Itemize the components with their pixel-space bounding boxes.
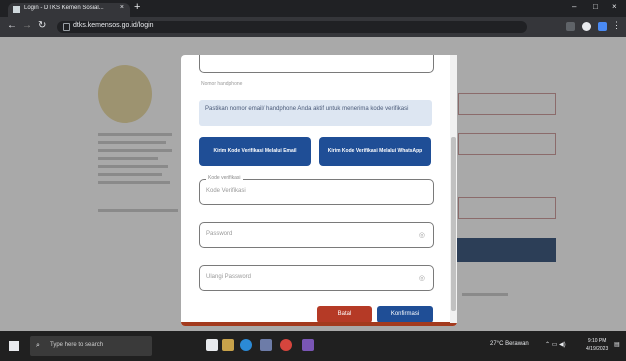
taskbar: ⌕ Type here to search 27°C Berawan ⌃ ▭ ◀… [0, 331, 626, 361]
reload-icon[interactable]: ↻ [38, 20, 46, 31]
search-icon: ⌕ [36, 342, 40, 349]
password-field[interactable]: Password ◎ [199, 222, 434, 248]
new-tab-button[interactable]: + [134, 1, 140, 13]
file-explorer-icon[interactable] [222, 339, 234, 351]
edge-icon[interactable] [240, 339, 252, 351]
bg-login-button [452, 238, 556, 262]
verification-code-field[interactable]: Kode verifikasi Kode Verifikasi [199, 175, 434, 205]
taskbar-search[interactable]: ⌕ Type here to search [30, 336, 152, 356]
phone-field-hint: Nomor handphone [201, 81, 243, 87]
browser-titlebar: Login - DTKS Kemen Sosial... × + – □ × [0, 0, 626, 17]
chrome-icon[interactable] [280, 339, 292, 351]
weather-widget[interactable]: 27°C Berawan [490, 341, 529, 347]
phone-field[interactable] [199, 55, 434, 73]
bg-text-line [98, 181, 170, 184]
page-viewport: Nomor handphone Pastikan nomor email/ ha… [0, 37, 626, 331]
bg-text-line [98, 157, 158, 160]
bg-text-line [98, 141, 166, 144]
cancel-button[interactable]: Batal [317, 306, 372, 323]
confirm-button[interactable]: Konfirmasi [377, 306, 433, 323]
modal-scrollbar-thumb[interactable] [451, 137, 456, 311]
bg-text-line [98, 173, 162, 176]
bg-text-line [98, 149, 172, 152]
close-window-button[interactable]: × [612, 2, 617, 11]
verification-modal: Nomor handphone Pastikan nomor email/ ha… [181, 55, 457, 326]
address-bar[interactable]: dtks.kemensos.go.id/login [57, 21, 527, 33]
bg-text-line [462, 293, 508, 296]
garuda-logo [98, 65, 152, 123]
back-icon[interactable]: ← [7, 20, 17, 31]
tray-icons[interactable]: ⌃ ▭ ◀) [545, 341, 566, 348]
taskbar-search-placeholder: Type here to search [50, 342, 104, 348]
profile-avatar-icon[interactable] [598, 22, 607, 31]
confirm-password-field[interactable]: Ulangi Password ◎ [199, 265, 434, 291]
show-confirm-password-icon[interactable]: ◎ [419, 274, 425, 282]
browser-tab[interactable]: Login - DTKS Kemen Sosial... × [8, 3, 130, 17]
info-box: Pastikan nomor email/ handphone Anda akt… [199, 100, 432, 126]
forward-icon[interactable]: → [22, 20, 32, 31]
windows-start-icon[interactable] [9, 341, 19, 351]
store-icon[interactable] [260, 339, 272, 351]
task-view-icon[interactable] [206, 339, 218, 351]
modal-bottom-strip [181, 322, 457, 326]
bg-field [458, 133, 556, 155]
menu-icon[interactable]: ⋮ [612, 20, 621, 31]
favicon-icon [13, 6, 20, 13]
clock-date: 4/19/2023 [586, 346, 609, 352]
modal-scrollbar[interactable] [450, 55, 457, 323]
notification-icon[interactable]: ▤ [614, 341, 620, 348]
send-code-email-button[interactable]: Kirim Kode Verifikasi Melalui Email [199, 137, 311, 166]
bg-text-line [98, 133, 172, 136]
tab-close-icon[interactable]: × [120, 4, 124, 11]
minimize-button[interactable]: – [572, 2, 576, 11]
bg-text-line [98, 165, 168, 168]
verification-code-placeholder: Kode Verifikasi [206, 188, 246, 194]
show-password-icon[interactable]: ◎ [419, 231, 425, 239]
send-code-whatsapp-button[interactable]: Kirim Kode Verifikasi Melalui WhatsApp [319, 137, 431, 166]
info-text: Pastikan nomor email/ handphone Anda akt… [205, 106, 409, 112]
bg-field [458, 197, 556, 219]
taskbar-clock[interactable]: 9:10 PM 4/19/2023 [586, 337, 608, 353]
app-icon[interactable] [302, 339, 314, 351]
bg-field [458, 93, 556, 115]
send-code-whatsapp-label: Kirim Kode Verifikasi Melalui WhatsApp [327, 148, 423, 154]
address-url: dtks.kemensos.go.id/login [73, 22, 154, 29]
profile-icon[interactable] [582, 22, 591, 31]
password-placeholder: Password [206, 231, 233, 237]
tab-title: Login - DTKS Kemen Sosial... [24, 5, 104, 11]
verification-code-label: Kode verifikasi [206, 175, 243, 181]
send-code-email-label: Kirim Kode Verifikasi Melalui Email [213, 148, 297, 154]
bg-text-line [98, 209, 178, 212]
extensions-icon[interactable] [566, 22, 575, 31]
lock-icon [63, 23, 70, 31]
maximize-button[interactable]: □ [593, 2, 598, 11]
browser-toolbar: ← → ↻ dtks.kemensos.go.id/login ⋮ [0, 17, 626, 37]
clock-time: 9:10 PM [587, 338, 607, 344]
confirm-password-placeholder: Ulangi Password [206, 274, 252, 280]
